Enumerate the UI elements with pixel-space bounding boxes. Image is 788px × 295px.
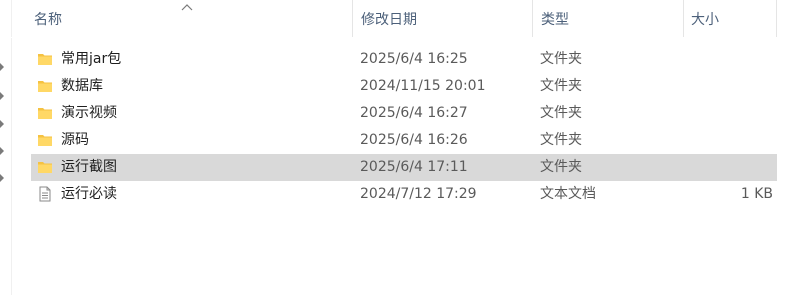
navigation-pane-edge (0, 0, 12, 295)
column-header-date-label: 修改日期 (361, 11, 417, 28)
file-size: 1 KB (740, 186, 773, 202)
file-row[interactable]: 数据库 2024/11/15 20:01 文件夹 (31, 73, 777, 100)
file-date-modified: 2025/6/4 16:27 (360, 105, 468, 121)
column-divider[interactable] (776, 0, 777, 37)
folder-icon (38, 54, 52, 65)
file-name: 数据库 (61, 78, 103, 94)
expand-chevron-icon[interactable] (0, 63, 4, 71)
folder-icon (38, 162, 52, 173)
column-header-size[interactable]: 大小 (684, 0, 777, 37)
file-name: 演示视频 (61, 105, 117, 121)
file-date-modified: 2024/11/15 20:01 (360, 78, 486, 94)
column-header-type-label: 类型 (541, 11, 569, 28)
expand-chevron-icon[interactable] (0, 120, 4, 128)
file-date-modified: 2024/7/12 17:29 (360, 186, 477, 202)
file-row[interactable]: 源码 2025/6/4 16:26 文件夹 (31, 127, 777, 154)
file-date-modified: 2025/6/4 16:26 (360, 132, 468, 148)
file-name: 源码 (61, 132, 89, 148)
file-row[interactable]: 演示视频 2025/6/4 16:27 文件夹 (31, 100, 777, 127)
file-explorer-list: 名称 修改日期 类型 大小 常用jar包 2025/6/4 16:25 文件夹 (0, 0, 788, 295)
folder-icon (38, 135, 52, 146)
sort-ascending-icon (181, 4, 193, 11)
file-row[interactable]: 运行必读 2024/7/12 17:29 文本文档 1 KB (31, 181, 777, 208)
file-type: 文件夹 (540, 51, 582, 67)
expand-chevron-icon[interactable] (0, 147, 4, 155)
column-header-name[interactable]: 名称 (11, 0, 353, 37)
expand-chevron-icon[interactable] (0, 174, 4, 182)
file-name: 运行必读 (61, 186, 117, 202)
file-row-selected[interactable]: 运行截图 2025/6/4 17:11 文件夹 (31, 154, 777, 181)
column-header-date[interactable]: 修改日期 (353, 0, 533, 37)
file-type: 文件夹 (540, 105, 582, 121)
file-type: 文本文档 (540, 186, 596, 202)
file-type: 文件夹 (540, 159, 582, 175)
file-type: 文件夹 (540, 78, 582, 94)
file-name: 常用jar包 (61, 51, 122, 67)
text-file-icon (39, 186, 51, 202)
file-date-modified: 2025/6/4 16:25 (360, 51, 468, 67)
file-type: 文件夹 (540, 132, 582, 148)
file-name: 运行截图 (61, 159, 117, 175)
file-list: 常用jar包 2025/6/4 16:25 文件夹 数据库 2024/11/15… (31, 46, 777, 208)
file-row[interactable]: 常用jar包 2025/6/4 16:25 文件夹 (31, 46, 777, 73)
expand-chevron-icon[interactable] (0, 92, 4, 100)
file-date-modified: 2025/6/4 17:11 (360, 159, 468, 175)
folder-icon (38, 108, 52, 119)
column-header-size-label: 大小 (691, 11, 719, 28)
folder-icon (38, 81, 52, 92)
column-header-type[interactable]: 类型 (533, 0, 684, 37)
column-header-name-label: 名称 (34, 11, 62, 28)
column-header-bar: 名称 修改日期 类型 大小 (11, 0, 788, 38)
